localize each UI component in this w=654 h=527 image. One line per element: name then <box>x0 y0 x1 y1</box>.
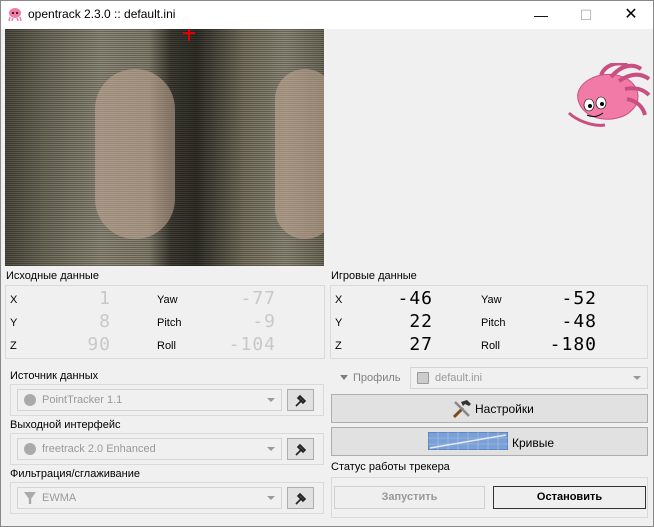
profile-label[interactable]: Профиль <box>353 372 401 384</box>
settings-button[interactable]: Настройки <box>331 394 648 423</box>
chevron-down-icon <box>267 398 275 402</box>
profile-menu-arrow-icon[interactable] <box>340 375 348 380</box>
protocol-group-label: Выходной интерфейс <box>10 419 121 431</box>
curves-button-label: Кривые <box>512 436 555 450</box>
raw-roll-value: -104 <box>228 334 276 355</box>
raw-z-value: 90 <box>87 334 111 355</box>
game-x-label: X <box>335 294 343 306</box>
game-z-label: Z <box>335 340 342 352</box>
filter-select[interactable]: EWMA <box>17 487 282 509</box>
protocol-select-value: freetrack 2.0 Enhanced <box>42 443 156 455</box>
tracker-select-value: PointTracker 1.1 <box>42 394 123 406</box>
raw-y-value: 8 <box>99 311 111 332</box>
raw-y-label: Y <box>10 317 18 329</box>
hammer-icon <box>295 492 307 505</box>
game-z-value: 27 <box>409 334 433 355</box>
tracker-group-label: Источник данных <box>10 370 99 382</box>
camera-preview <box>5 29 324 266</box>
raw-z-label: Z <box>10 340 17 352</box>
raw-x-label: X <box>10 294 18 306</box>
filter-settings-button[interactable] <box>287 487 314 509</box>
curves-button[interactable]: Кривые <box>331 427 648 456</box>
file-icon <box>417 372 429 384</box>
profile-select[interactable]: default.ini <box>410 367 648 389</box>
protocol-select[interactable]: freetrack 2.0 Enhanced <box>17 438 282 460</box>
close-button[interactable]: ✕ <box>608 1 654 29</box>
game-x-value: -46 <box>397 288 433 309</box>
protocol-settings-button[interactable] <box>287 438 314 460</box>
raw-yaw-value: -77 <box>240 288 276 309</box>
freetrack-icon <box>24 443 36 455</box>
raw-x-value: 1 <box>99 288 111 309</box>
raw-yaw-label: Yaw <box>157 294 178 306</box>
tracker-status-label: Статус работы трекера <box>331 461 450 473</box>
title-bar: opentrack 2.3.0 :: default.ini — ☐ ✕ <box>1 1 653 29</box>
tracker-icon <box>24 394 36 406</box>
maximize-button[interactable]: ☐ <box>563 1 609 29</box>
main-window: opentrack 2.3.0 :: default.ini — ☐ ✕ Исх… <box>0 0 654 527</box>
filter-select-value: EWMA <box>42 492 77 504</box>
octopus-pose-icon <box>567 63 651 127</box>
game-roll-value: -180 <box>549 334 597 355</box>
start-button[interactable]: Запустить <box>334 486 485 509</box>
settings-button-label: Настройки <box>475 402 534 416</box>
game-pitch-label: Pitch <box>481 317 506 329</box>
raw-data-panel: X Y Z 1 8 90 Yaw Pitch Roll -77 -9 -104 <box>5 285 325 359</box>
raw-roll-label: Roll <box>157 340 176 352</box>
chevron-down-icon <box>267 496 275 500</box>
minimize-button[interactable]: — <box>518 1 564 29</box>
octopus-app-icon <box>8 8 22 22</box>
game-roll-label: Roll <box>481 340 500 352</box>
game-y-value: 22 <box>409 311 433 332</box>
tracker-settings-button[interactable] <box>287 389 314 411</box>
raw-pitch-label: Pitch <box>157 317 182 329</box>
curve-graph-icon <box>428 432 508 450</box>
window-title: opentrack 2.3.0 :: default.ini <box>28 7 176 21</box>
raw-pitch-value: -9 <box>252 311 276 332</box>
tracker-select[interactable]: PointTracker 1.1 <box>17 389 282 411</box>
game-yaw-value: -52 <box>561 288 597 309</box>
crosshair-icon <box>183 29 195 41</box>
game-y-label: Y <box>335 317 343 329</box>
tools-icon <box>452 400 471 419</box>
chevron-down-icon <box>267 447 275 451</box>
hammer-icon <box>295 443 307 456</box>
profile-select-value: default.ini <box>435 372 483 384</box>
game-data-panel: X Y Z -46 22 27 Yaw Pitch Roll -52 -48 -… <box>330 285 648 359</box>
stop-button[interactable]: Остановить <box>493 486 646 509</box>
raw-data-label: Исходные данные <box>6 270 99 282</box>
game-pitch-value: -48 <box>561 311 597 332</box>
game-yaw-label: Yaw <box>481 294 502 306</box>
chevron-down-icon <box>633 376 641 380</box>
hammer-icon <box>295 394 307 407</box>
filter-group-label: Фильтрация/сглаживание <box>10 468 141 480</box>
funnel-icon <box>24 492 36 504</box>
game-data-label: Игровые данные <box>331 270 417 282</box>
